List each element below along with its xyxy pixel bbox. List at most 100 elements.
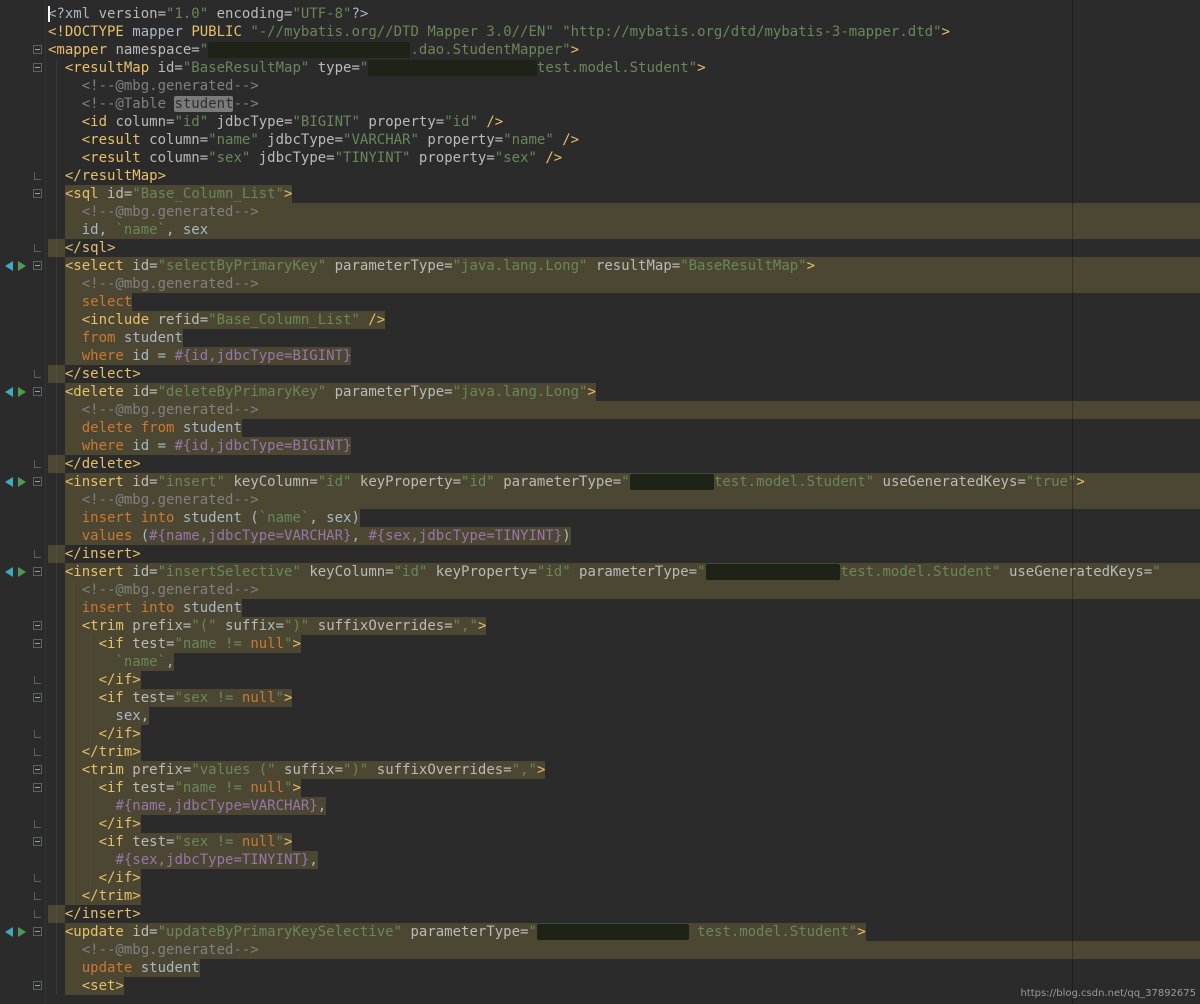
code-line[interactable]: <if test="name != null"> — [48, 779, 1200, 797]
code-line[interactable]: from student — [48, 329, 1200, 347]
fold-end-marker-icon[interactable] — [34, 676, 41, 684]
code-line[interactable]: </if> — [48, 671, 1200, 689]
code-line[interactable]: #{name,jdbcType=VARCHAR}, — [48, 797, 1200, 815]
fold-end-marker-icon[interactable] — [34, 172, 41, 180]
editor-code-area[interactable]: <?xml version="1.0" encoding="UTF-8"?><!… — [46, 0, 1200, 1004]
fold-start-marker-icon[interactable] — [33, 765, 42, 774]
mybatis-interface-arrow-icon[interactable] — [5, 261, 13, 271]
code-line[interactable]: </if> — [48, 725, 1200, 743]
fold-start-marker-icon[interactable] — [33, 927, 42, 936]
fold-end-marker-icon[interactable] — [34, 820, 41, 828]
fold-start-marker-icon[interactable] — [33, 981, 42, 990]
code-line[interactable]: <id column="id" jdbcType="BIGINT" proper… — [48, 113, 1200, 131]
fold-start-marker-icon[interactable] — [33, 639, 42, 648]
mybatis-statement-arrow-icon[interactable] — [18, 261, 26, 271]
code-line[interactable]: <if test="sex != null"> — [48, 689, 1200, 707]
fold-end-marker-icon[interactable] — [34, 550, 41, 558]
code-line[interactable]: <!--@Table student--> — [48, 95, 1200, 113]
code-line[interactable]: <update id="updateByPrimaryKeySelective"… — [48, 923, 1200, 941]
code-line[interactable]: <!--@mbg.generated--> — [48, 275, 1200, 293]
token-pl — [48, 852, 115, 868]
code-line[interactable]: </insert> — [48, 545, 1200, 563]
code-line[interactable]: #{sex,jdbcType=TINYINT}, — [48, 851, 1200, 869]
fold-start-marker-icon[interactable] — [33, 693, 42, 702]
code-line[interactable]: sex, — [48, 707, 1200, 725]
fold-start-marker-icon[interactable] — [33, 477, 42, 486]
code-line[interactable]: <delete id="deleteByPrimaryKey" paramete… — [48, 383, 1200, 401]
code-line[interactable]: </trim> — [48, 887, 1200, 905]
fold-start-marker-icon[interactable] — [33, 63, 42, 72]
code-line[interactable]: <!--@mbg.generated--> — [48, 77, 1200, 95]
mybatis-statement-arrow-icon[interactable] — [18, 387, 26, 397]
code-line[interactable]: </delete> — [48, 455, 1200, 473]
code-line[interactable]: delete from student — [48, 419, 1200, 437]
mybatis-statement-arrow-icon[interactable] — [18, 567, 26, 577]
code-line[interactable]: </if> — [48, 869, 1200, 887]
code-line[interactable]: </select> — [48, 365, 1200, 383]
code-line[interactable]: </resultMap> — [48, 167, 1200, 185]
code-line[interactable]: where id = #{id,jdbcType=BIGINT} — [48, 347, 1200, 365]
fold-end-marker-icon[interactable] — [34, 748, 41, 756]
code-line[interactable]: values (#{name,jdbcType=VARCHAR}, #{sex,… — [48, 527, 1200, 545]
code-line[interactable]: <!--@mbg.generated--> — [48, 203, 1200, 221]
code-line[interactable]: </insert> — [48, 905, 1200, 923]
code-line[interactable]: <!--@mbg.generated--> — [48, 941, 1200, 959]
code-line[interactable]: insert into student — [48, 599, 1200, 617]
token-pl: , sex) — [309, 510, 360, 526]
code-text: sex, — [48, 708, 149, 724]
gutter-row — [0, 923, 45, 941]
code-line[interactable]: <!--@mbg.generated--> — [48, 491, 1200, 509]
code-line[interactable]: <resultMap id="BaseResultMap" type="████… — [48, 59, 1200, 77]
code-line[interactable]: </trim> — [48, 743, 1200, 761]
code-line[interactable]: <select id="selectByPrimaryKey" paramete… — [48, 257, 1200, 275]
code-line[interactable]: select — [48, 293, 1200, 311]
fold-start-marker-icon[interactable] — [33, 621, 42, 630]
fold-start-marker-icon[interactable] — [33, 387, 42, 396]
code-line[interactable]: </if> — [48, 815, 1200, 833]
code-line[interactable]: insert into student (`name`, sex) — [48, 509, 1200, 527]
fold-end-marker-icon[interactable] — [34, 892, 41, 900]
code-line[interactable]: <if test="sex != null"> — [48, 833, 1200, 851]
redacted-text: ████████████████████ — [368, 60, 537, 76]
fold-end-marker-icon[interactable] — [34, 874, 41, 882]
fold-start-marker-icon[interactable] — [33, 783, 42, 792]
mybatis-interface-arrow-icon[interactable] — [5, 927, 13, 937]
code-text: </if> — [48, 816, 141, 832]
code-line[interactable]: <result column="sex" jdbcType="TINYINT" … — [48, 149, 1200, 167]
mybatis-interface-arrow-icon[interactable] — [5, 567, 13, 577]
code-line[interactable]: <include refid="Base_Column_List" /> — [48, 311, 1200, 329]
fold-end-marker-icon[interactable] — [34, 730, 41, 738]
mybatis-interface-arrow-icon[interactable] — [5, 387, 13, 397]
fold-start-marker-icon[interactable] — [33, 45, 42, 54]
code-line[interactable]: `name`, — [48, 653, 1200, 671]
mybatis-statement-arrow-icon[interactable] — [18, 927, 26, 937]
mybatis-interface-arrow-icon[interactable] — [5, 477, 13, 487]
code-line[interactable]: <sql id="Base_Column_List"> — [48, 185, 1200, 203]
code-line[interactable]: <insert id="insert" keyColumn="id" keyPr… — [48, 473, 1200, 491]
fold-start-marker-icon[interactable] — [33, 837, 42, 846]
code-line[interactable]: </sql> — [48, 239, 1200, 257]
code-line[interactable]: <!--@mbg.generated--> — [48, 401, 1200, 419]
code-line[interactable]: <insert id="insertSelective" keyColumn="… — [48, 563, 1200, 581]
fold-end-marker-icon[interactable] — [34, 244, 41, 252]
code-line[interactable]: update student — [48, 959, 1200, 977]
fold-end-marker-icon[interactable] — [34, 910, 41, 918]
code-line[interactable]: <trim prefix="values (" suffix=")" suffi… — [48, 761, 1200, 779]
mybatis-statement-arrow-icon[interactable] — [18, 477, 26, 487]
fold-end-marker-icon[interactable] — [34, 460, 41, 468]
code-line[interactable]: <result column="name" jdbcType="VARCHAR"… — [48, 131, 1200, 149]
gutter-row — [0, 761, 45, 779]
code-line[interactable]: <if test="name != null"> — [48, 635, 1200, 653]
fold-end-marker-icon[interactable] — [34, 370, 41, 378]
code-line[interactable]: where id = #{id,jdbcType=BIGINT} — [48, 437, 1200, 455]
code-line[interactable]: <?xml version="1.0" encoding="UTF-8"?> — [48, 5, 1200, 23]
code-line[interactable]: <trim prefix="(" suffix=")" suffixOverri… — [48, 617, 1200, 635]
fold-start-marker-icon[interactable] — [33, 567, 42, 576]
token-tag: /> — [554, 132, 579, 148]
code-line[interactable]: <mapper namespace="█████████████████████… — [48, 41, 1200, 59]
code-line[interactable]: id, `name`, sex — [48, 221, 1200, 239]
code-line[interactable]: <!DOCTYPE mapper PUBLIC "-//mybatis.org/… — [48, 23, 1200, 41]
fold-start-marker-icon[interactable] — [33, 189, 42, 198]
fold-start-marker-icon[interactable] — [33, 261, 42, 270]
code-line[interactable]: <!--@mbg.generated--> — [48, 581, 1200, 599]
